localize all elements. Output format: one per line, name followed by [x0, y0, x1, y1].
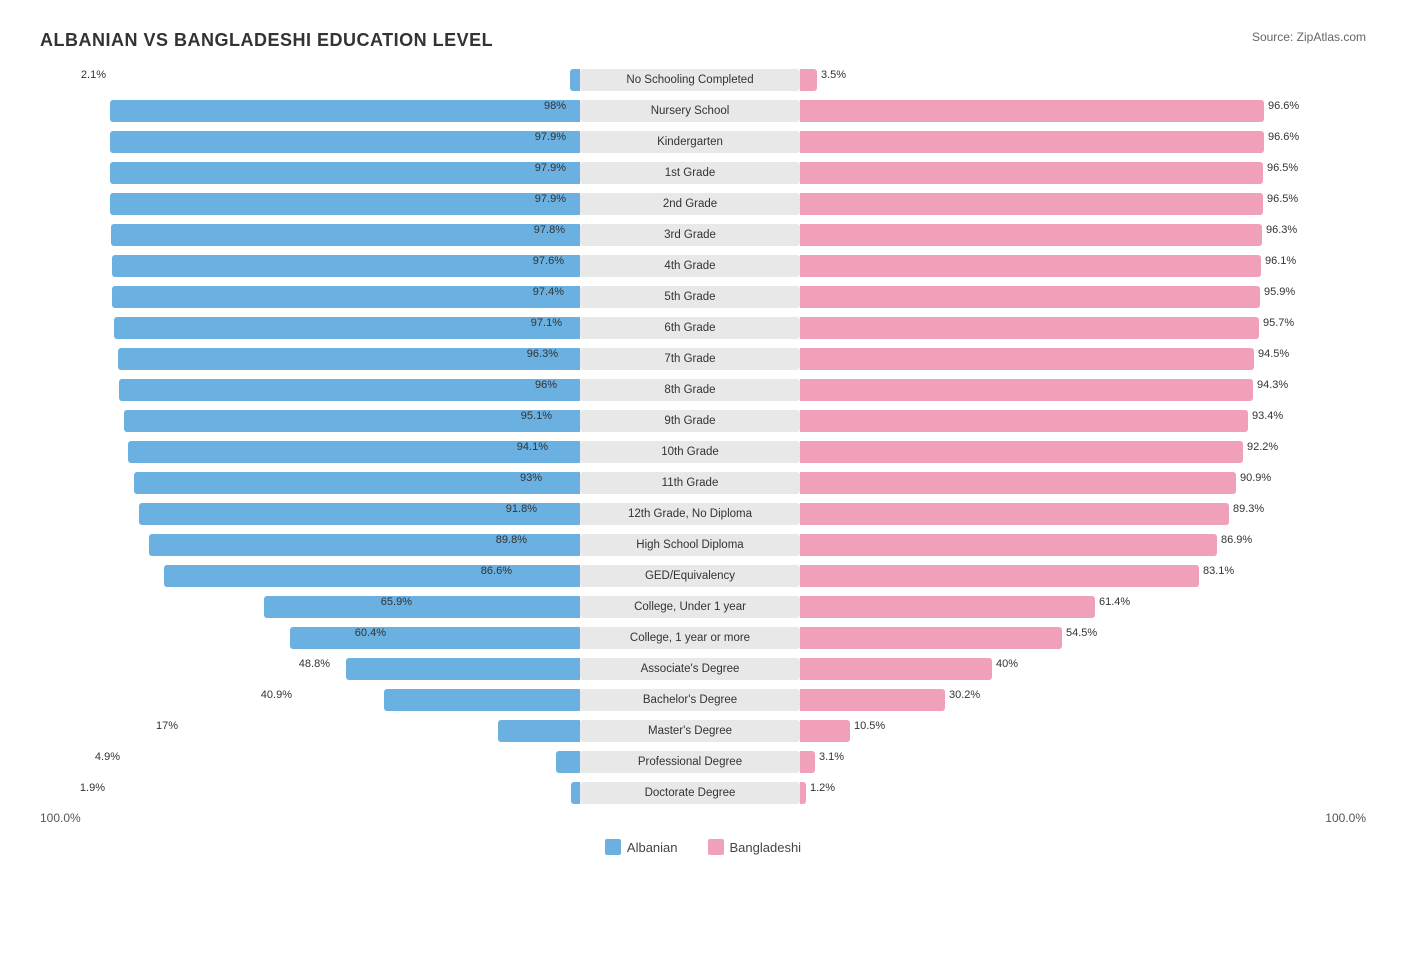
albanian-swatch [605, 839, 621, 855]
chart-area: 2.1% No Schooling Completed 3.5% 98% [40, 67, 1366, 806]
bottom-label-right: 100.0% [1325, 811, 1366, 825]
legend-item-bangladeshi: Bangladeshi [708, 839, 802, 855]
chart-container: ALBANIAN VS BANGLADESHI EDUCATION LEVEL … [20, 20, 1386, 875]
table-row: 93% 11th Grade 90.9% [40, 470, 1366, 496]
table-row: 97.1% 6th Grade 95.7% [40, 315, 1366, 341]
table-row: 97.9% Kindergarten 96.6% [40, 129, 1366, 155]
chart-source: Source: ZipAtlas.com [1252, 30, 1366, 44]
table-row: 97.6% 4th Grade 96.1% [40, 253, 1366, 279]
table-row: 65.9% College, Under 1 year 61.4% [40, 594, 1366, 620]
table-row: 95.1% 9th Grade 93.4% [40, 408, 1366, 434]
table-row: 48.8% Associate's Degree 40% [40, 656, 1366, 682]
table-row: 96.3% 7th Grade 94.5% [40, 346, 1366, 372]
table-row: 91.8% 12th Grade, No Diploma 89.3% [40, 501, 1366, 527]
table-row: 94.1% 10th Grade 92.2% [40, 439, 1366, 465]
bottom-labels: 100.0% 100.0% [40, 811, 1366, 825]
table-row: 1.9% Doctorate Degree 1.2% [40, 780, 1366, 806]
table-row: 2.1% No Schooling Completed 3.5% [40, 67, 1366, 93]
table-row: 40.9% Bachelor's Degree 30.2% [40, 687, 1366, 713]
chart-title: ALBANIAN VS BANGLADESHI EDUCATION LEVEL [40, 30, 493, 51]
table-row: 86.6% GED/Equivalency 83.1% [40, 563, 1366, 589]
bangladeshi-label: Bangladeshi [730, 840, 802, 855]
bottom-label-left: 100.0% [40, 811, 81, 825]
table-row: 17% Master's Degree 10.5% [40, 718, 1366, 744]
legend-item-albanian: Albanian [605, 839, 678, 855]
table-row: 97.8% 3rd Grade 96.3% [40, 222, 1366, 248]
table-row: 96% 8th Grade 94.3% [40, 377, 1366, 403]
table-row: 97.4% 5th Grade 95.9% [40, 284, 1366, 310]
table-row: 98% Nursery School 96.6% [40, 98, 1366, 124]
bangladeshi-swatch [708, 839, 724, 855]
table-row: 97.9% 1st Grade 96.5% [40, 160, 1366, 186]
table-row: 89.8% High School Diploma 86.9% [40, 532, 1366, 558]
legend: Albanian Bangladeshi [40, 839, 1366, 855]
table-row: 4.9% Professional Degree 3.1% [40, 749, 1366, 775]
table-row: 97.9% 2nd Grade 96.5% [40, 191, 1366, 217]
albanian-label: Albanian [627, 840, 678, 855]
table-row: 60.4% College, 1 year or more 54.5% [40, 625, 1366, 651]
chart-header: ALBANIAN VS BANGLADESHI EDUCATION LEVEL … [40, 30, 1366, 51]
